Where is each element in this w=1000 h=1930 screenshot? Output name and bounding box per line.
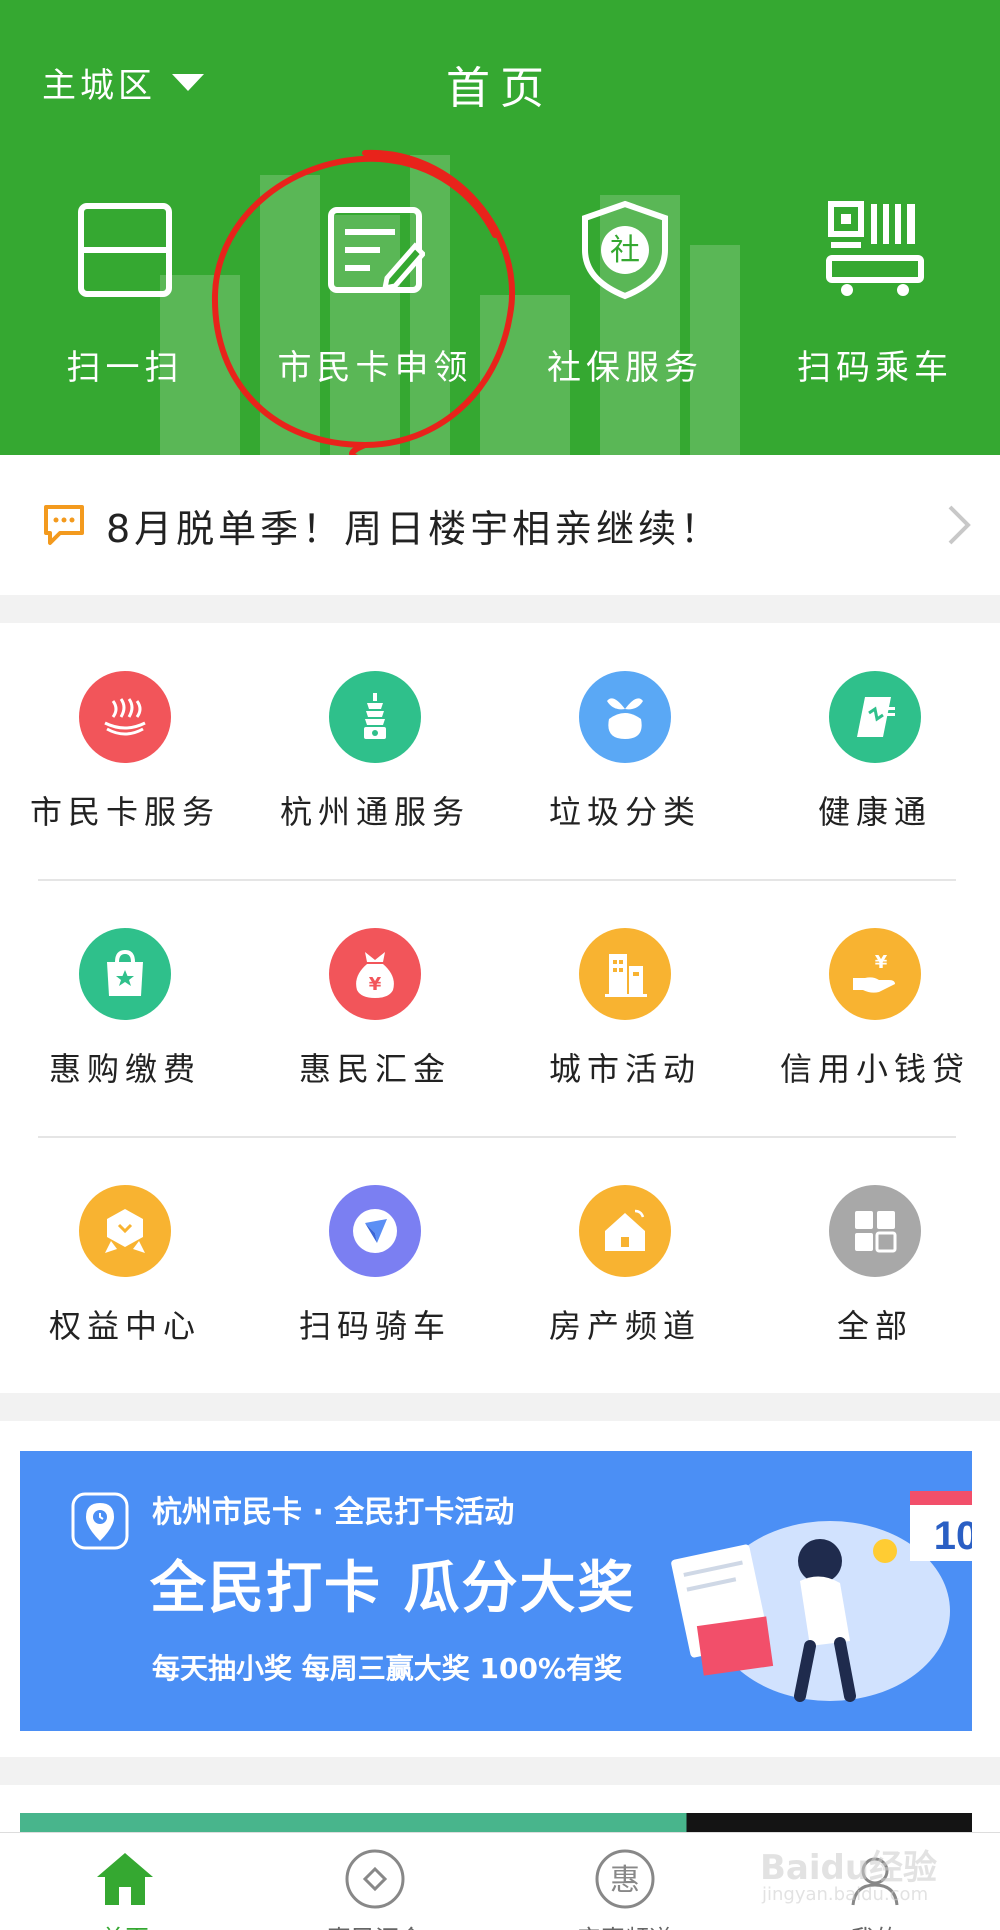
banner-illustration: 10 xyxy=(671,1491,972,1702)
service-rights-center[interactable]: 权益中心 xyxy=(0,1137,250,1393)
quick-action-social-security[interactable]: 社 社保服务 xyxy=(500,200,750,400)
building-icon xyxy=(579,928,671,1020)
service-label: 房产频道 xyxy=(548,1307,701,1345)
service-credit-loan[interactable]: ¥ 信用小钱贷 xyxy=(750,880,1000,1136)
tab-label: 实惠频道 xyxy=(577,1919,673,1930)
qr-bus-icon xyxy=(825,200,925,300)
hui-glyph: 惠 xyxy=(610,1863,640,1898)
chevron-right-icon xyxy=(948,505,971,545)
service-garbage-sort[interactable]: 垃圾分类 xyxy=(500,623,750,879)
service-label: 信用小钱贷 xyxy=(779,1050,970,1088)
promo-banner[interactable]: 杭州市民卡 · 全民打卡活动 全民打卡 瓜分大奖 每天抽小奖 每周三赢大奖 10… xyxy=(20,1451,972,1731)
service-city-events[interactable]: 城市活动 xyxy=(500,880,750,1136)
card-apply-icon xyxy=(325,200,425,300)
service-shopping-pay[interactable]: 惠购缴费 xyxy=(0,880,250,1136)
service-citizen-card[interactable]: 市民卡服务 xyxy=(0,623,250,879)
services-row: 权益中心 扫码骑车 房产频道 全部 xyxy=(0,1137,1000,1393)
quick-action-card-apply[interactable]: 市民卡申领 xyxy=(250,200,500,400)
watermark-brand: Baidu经验 xyxy=(760,1848,938,1888)
badge-icon xyxy=(79,1185,171,1277)
hui-icon: 惠 xyxy=(593,1847,657,1911)
service-hangzhoutong[interactable]: 杭州通服务 xyxy=(250,623,500,879)
svg-text:¥: ¥ xyxy=(369,974,382,995)
tab-label: 惠民汇金 xyxy=(327,1919,423,1930)
quick-action-label: 扫一扫 xyxy=(66,348,184,388)
svg-text:¥: ¥ xyxy=(875,952,888,973)
header: 主城区 首页 扫一扫 市民卡申领 社 社保服务 扫码乘车 xyxy=(0,0,1000,455)
service-label: 惠购缴费 xyxy=(48,1050,201,1088)
quick-action-qr-bus[interactable]: 扫码乘车 xyxy=(750,200,1000,400)
pagoda-icon xyxy=(329,671,421,763)
scan-icon xyxy=(75,200,175,300)
baidu-watermark: Baidu经验 jingyan.baidu.com xyxy=(760,1840,960,1910)
notice-bar[interactable]: 8月脱单季！周日楼宇相亲继续！ xyxy=(0,455,1000,595)
grid-icon xyxy=(829,1185,921,1277)
house-icon xyxy=(579,1185,671,1277)
service-health[interactable]: 健康通 xyxy=(750,623,1000,879)
diamond-icon xyxy=(343,1847,407,1911)
tab-label: 我的 xyxy=(851,1919,899,1930)
service-label: 城市活动 xyxy=(548,1050,701,1088)
notice-text: 8月脱单季！周日楼宇相亲继续！ xyxy=(106,506,723,551)
service-label: 垃圾分类 xyxy=(548,793,701,831)
services-row: 市民卡服务 杭州通服务 垃圾分类 健康通 xyxy=(0,623,1000,879)
home-icon xyxy=(93,1847,157,1911)
message-icon xyxy=(44,505,84,545)
social-security-icon: 社 xyxy=(575,200,675,300)
tab-label: 首页 xyxy=(101,1919,149,1930)
quick-action-label: 社保服务 xyxy=(547,348,703,388)
watermark-url: jingyan.baidu.com xyxy=(762,1884,929,1905)
tab-deals[interactable]: 惠 实惠频道 xyxy=(500,1833,750,1930)
top-bar: 主城区 首页 xyxy=(0,40,1000,120)
service-label: 惠民汇金 xyxy=(298,1050,451,1088)
services-row: 惠购缴费 ¥ 惠民汇金 城市活动 ¥ 信用小钱贷 xyxy=(0,880,1000,1136)
tab-home[interactable]: 首页 xyxy=(0,1833,250,1930)
service-label: 扫码骑车 xyxy=(298,1307,451,1345)
banner-subtitle: 杭州市民卡 · 全民打卡活动 xyxy=(152,1495,515,1530)
location-clock-icon xyxy=(71,1492,129,1550)
quick-action-scan[interactable]: 扫一扫 xyxy=(0,200,250,400)
garbage-sort-icon xyxy=(579,671,671,763)
banner-section: 杭州市民卡 · 全民打卡活动 全民打卡 瓜分大奖 每天抽小奖 每周三赢大奖 10… xyxy=(0,1421,1000,1757)
social-security-badge-text: 社 xyxy=(610,233,640,268)
hand-coin-icon: ¥ xyxy=(829,928,921,1020)
service-real-estate[interactable]: 房产频道 xyxy=(500,1137,750,1393)
page-title: 首页 xyxy=(446,63,554,114)
service-scan-bike[interactable]: 扫码骑车 xyxy=(250,1137,500,1393)
compass-icon xyxy=(329,1185,421,1277)
banner-description: 每天抽小奖 每周三赢大奖 100%有奖 xyxy=(152,1652,622,1685)
service-label: 市民卡服务 xyxy=(29,793,220,831)
calendar-number: 10 xyxy=(934,1514,972,1558)
service-all[interactable]: 全部 xyxy=(750,1137,1000,1393)
service-huimin-huijin[interactable]: ¥ 惠民汇金 xyxy=(250,880,500,1136)
services-grid: 市民卡服务 杭州通服务 垃圾分类 健康通 惠购缴费 ¥ 惠民汇金 城市活动 ¥ … xyxy=(0,623,1000,1393)
quick-action-label: 扫码乘车 xyxy=(797,348,953,388)
service-label: 健康通 xyxy=(817,793,932,831)
health-icon xyxy=(829,671,921,763)
tab-huimin[interactable]: 惠民汇金 xyxy=(250,1833,500,1930)
shopping-bag-icon xyxy=(79,928,171,1020)
quick-action-label: 市民卡申领 xyxy=(277,348,473,388)
service-label: 全部 xyxy=(836,1307,913,1345)
service-label: 权益中心 xyxy=(48,1307,201,1345)
service-label: 杭州通服务 xyxy=(279,793,470,831)
citizen-card-icon xyxy=(79,671,171,763)
quick-actions: 扫一扫 市民卡申领 社 社保服务 扫码乘车 xyxy=(0,200,1000,400)
banner-title: 全民打卡 瓜分大奖 xyxy=(150,1556,636,1621)
money-bag-icon: ¥ xyxy=(329,928,421,1020)
